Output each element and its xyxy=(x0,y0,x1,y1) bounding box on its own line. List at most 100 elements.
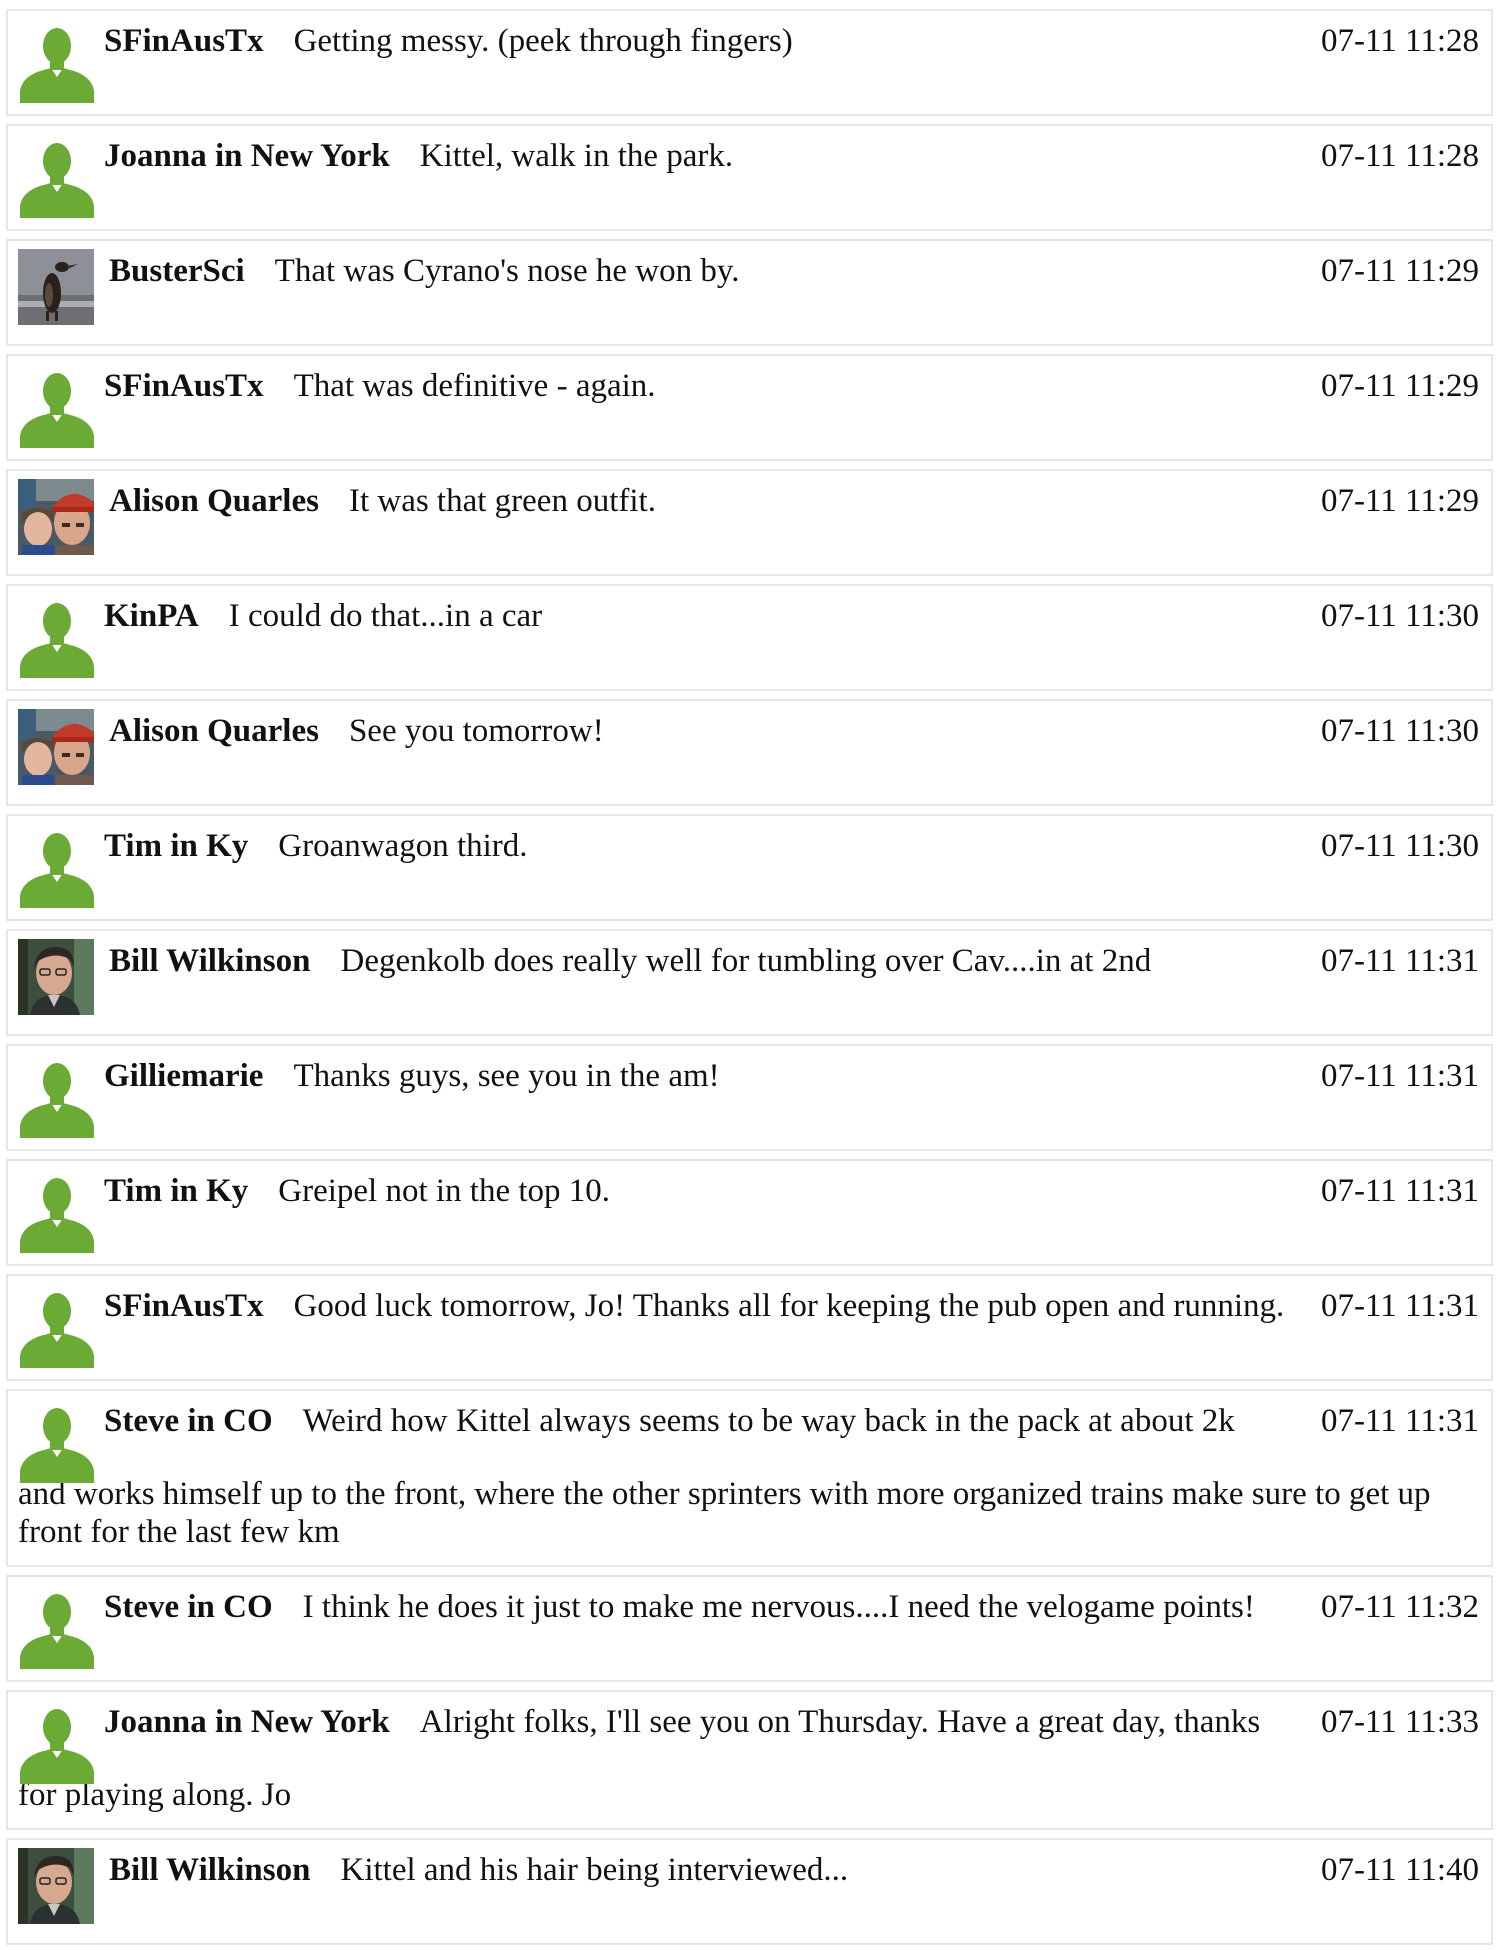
username[interactable]: Bill Wilkinson xyxy=(109,943,310,979)
timestamp: 07-11 11:29 xyxy=(1321,483,1479,519)
chat-message: Steve in CO Weird how Kittel always seems… xyxy=(6,1389,1493,1567)
message-line: Alison Quarles See you tomorrow! xyxy=(109,711,1309,751)
message-text: Greipel not in the top 10. xyxy=(278,1173,611,1209)
default-user-icon xyxy=(20,373,94,448)
message-header: Steve in CO Weird how Kittel always seems… xyxy=(18,1391,1479,1483)
avatar[interactable] xyxy=(18,1060,96,1138)
message-continuation: and works himself up to the front, where… xyxy=(18,1476,1431,1550)
default-user-icon xyxy=(20,143,94,218)
username[interactable]: SFinAusTx xyxy=(104,368,264,404)
message-header: BusterSci That was Cyrano's nose he won b… xyxy=(18,241,1479,344)
message-line: Gilliemarie Thanks guys, see you in the a… xyxy=(104,1056,1309,1096)
chat-message: Gilliemarie Thanks guys, see you in the a… xyxy=(6,1044,1493,1151)
message-header: SFinAusTx Good luck tomorrow, Jo! Thanks … xyxy=(18,1276,1479,1379)
chat-message: SFinAusTx Getting messy. (peek through fi… xyxy=(6,9,1493,116)
avatar[interactable] xyxy=(18,479,94,555)
default-user-icon xyxy=(20,1063,94,1138)
default-user-icon xyxy=(20,833,94,908)
avatar[interactable] xyxy=(18,709,94,785)
timestamp: 07-11 11:28 xyxy=(1321,138,1479,174)
timestamp: 07-11 11:31 xyxy=(1321,943,1479,979)
chat-message: Steve in CO I think he does it just to ma… xyxy=(6,1575,1493,1682)
username[interactable]: Joanna in New York xyxy=(104,138,390,174)
message-header: Joanna in New York Alright folks, I'll se… xyxy=(18,1692,1479,1784)
username[interactable]: SFinAusTx xyxy=(104,23,264,59)
username[interactable]: KinPA xyxy=(104,598,199,634)
message-line: Steve in CO I think he does it just to ma… xyxy=(104,1587,1309,1627)
avatar[interactable] xyxy=(18,1290,96,1368)
timestamp: 07-11 11:31 xyxy=(1321,1058,1479,1094)
couple-photo-icon xyxy=(18,709,94,785)
message-line: Steve in CO Weird how Kittel always seems… xyxy=(104,1401,1309,1441)
message-line: Tim in Ky Groanwagon third. xyxy=(104,826,1309,866)
chat-message: Alison Quarles See you tomorrow! 07-11 11… xyxy=(6,699,1493,806)
avatar[interactable] xyxy=(18,370,96,448)
timestamp: 07-11 11:40 xyxy=(1321,1852,1479,1888)
chat-message: Bill Wilkinson Degenkolb does really well… xyxy=(6,929,1493,1036)
avatar[interactable] xyxy=(18,1591,96,1669)
chat-message: Tim in Ky Greipel not in the top 10. 07-1… xyxy=(6,1159,1493,1266)
chat-message: SFinAusTx That was definitive - again. 07… xyxy=(6,354,1493,461)
message-text: I think he does it just to make me nervo… xyxy=(302,1589,1255,1625)
message-line: KinPA I could do that...in a car xyxy=(104,596,1309,636)
chat-feed: SFinAusTx Getting messy. (peek through fi… xyxy=(0,0,1499,1945)
chat-message: Joanna in New York Kittel, walk in the pa… xyxy=(6,124,1493,231)
couple-photo-icon xyxy=(18,479,94,555)
message-header: Steve in CO I think he does it just to ma… xyxy=(18,1577,1479,1680)
message-line: Alison Quarles It was that green outfit. xyxy=(109,481,1309,521)
avatar[interactable] xyxy=(18,25,96,103)
message-text: Good luck tomorrow, Jo! Thanks all for k… xyxy=(293,1288,1285,1324)
chat-message: KinPA I could do that...in a car 07-11 11… xyxy=(6,584,1493,691)
username[interactable]: Joanna in New York xyxy=(104,1704,390,1740)
timestamp: 07-11 11:31 xyxy=(1321,1173,1479,1209)
message-line: Bill Wilkinson Kittel and his hair being … xyxy=(109,1850,1309,1890)
username[interactable]: Tim in Ky xyxy=(104,828,248,864)
avatar[interactable] xyxy=(18,249,94,325)
timestamp: 07-11 11:32 xyxy=(1321,1589,1479,1625)
timestamp: 07-11 11:33 xyxy=(1321,1704,1479,1740)
username[interactable]: Steve in CO xyxy=(104,1403,273,1439)
timestamp: 07-11 11:29 xyxy=(1321,253,1479,289)
username[interactable]: Steve in CO xyxy=(104,1589,273,1625)
timestamp: 07-11 11:30 xyxy=(1321,713,1479,749)
avatar[interactable] xyxy=(18,1848,94,1924)
avatar[interactable] xyxy=(18,1706,96,1784)
avatar[interactable] xyxy=(18,939,94,1015)
message-text: It was that green outfit. xyxy=(348,483,656,519)
username[interactable]: Gilliemarie xyxy=(104,1058,263,1094)
man-photo-icon xyxy=(18,1848,94,1924)
avatar[interactable] xyxy=(18,1175,96,1253)
message-line: SFinAusTx That was definitive - again. xyxy=(104,366,1309,406)
message-header: Gilliemarie Thanks guys, see you in the a… xyxy=(18,1046,1479,1149)
username[interactable]: Alison Quarles xyxy=(109,483,319,519)
default-user-icon xyxy=(20,1709,94,1784)
username[interactable]: BusterSci xyxy=(109,253,245,289)
default-user-icon xyxy=(20,603,94,678)
default-user-icon xyxy=(20,28,94,103)
chat-message: Tim in Ky Groanwagon third. 07-11 11:30 xyxy=(6,814,1493,921)
username[interactable]: SFinAusTx xyxy=(104,1288,264,1324)
avatar[interactable] xyxy=(18,140,96,218)
message-text: That was definitive - again. xyxy=(293,368,656,404)
username[interactable]: Tim in Ky xyxy=(104,1173,248,1209)
message-text: That was Cyrano's nose he won by. xyxy=(274,253,740,289)
chat-message: Bill Wilkinson Kittel and his hair being … xyxy=(6,1838,1493,1945)
message-header: SFinAusTx That was definitive - again. 07… xyxy=(18,356,1479,459)
message-text: Weird how Kittel always seems to be way … xyxy=(302,1403,1235,1439)
message-text: Thanks guys, see you in the am! xyxy=(293,1058,720,1094)
message-line: SFinAusTx Good luck tomorrow, Jo! Thanks … xyxy=(104,1286,1309,1326)
message-text: Kittel and his hair being interviewed... xyxy=(340,1852,849,1888)
username[interactable]: Bill Wilkinson xyxy=(109,1852,310,1888)
message-line: Joanna in New York Alright folks, I'll se… xyxy=(104,1702,1309,1742)
avatar[interactable] xyxy=(18,600,96,678)
message-line: BusterSci That was Cyrano's nose he won b… xyxy=(109,251,1309,291)
message-header: Bill Wilkinson Kittel and his hair being … xyxy=(18,1840,1479,1943)
chat-message: SFinAusTx Good luck tomorrow, Jo! Thanks … xyxy=(6,1274,1493,1381)
username[interactable]: Alison Quarles xyxy=(109,713,319,749)
avatar[interactable] xyxy=(18,1405,96,1483)
message-text: Getting messy. (peek through fingers) xyxy=(293,23,793,59)
avatar[interactable] xyxy=(18,830,96,908)
chat-message: BusterSci That was Cyrano's nose he won b… xyxy=(6,239,1493,346)
man-photo-icon xyxy=(18,939,94,1015)
timestamp: 07-11 11:31 xyxy=(1321,1403,1479,1439)
